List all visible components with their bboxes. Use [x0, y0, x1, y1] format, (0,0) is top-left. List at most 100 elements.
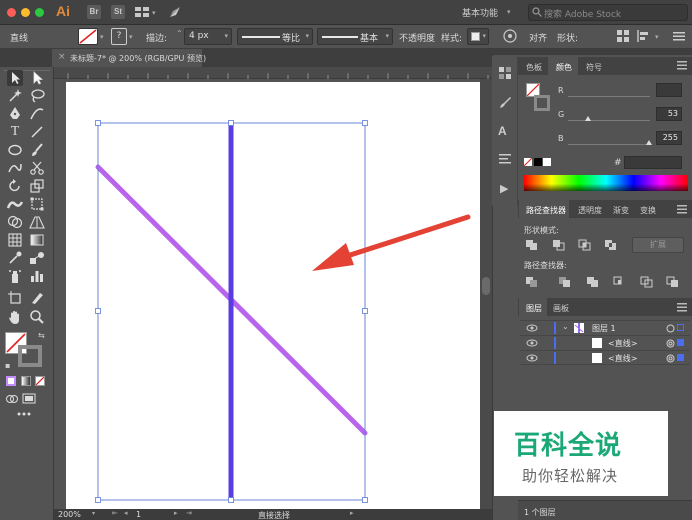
panel-dock-header[interactable] — [492, 49, 692, 55]
graphic-style-picker[interactable]: ▾ — [467, 28, 489, 45]
eyedropper-tool-icon[interactable] — [7, 250, 23, 266]
path-name[interactable]: <直线> — [608, 338, 637, 349]
visibility-eye-icon[interactable] — [526, 324, 538, 332]
channel-b-input[interactable]: 255 — [656, 131, 682, 145]
stroke-color-swatch[interactable] — [18, 345, 42, 367]
selection-indicator[interactable] — [677, 324, 684, 331]
stroke-stepper[interactable]: ⌃ — [176, 29, 183, 38]
black-swatch[interactable] — [534, 158, 542, 166]
tab-transparency[interactable]: 透明度 — [578, 205, 602, 216]
channel-r-slider[interactable] — [568, 96, 650, 97]
type-tool-icon[interactable]: T — [7, 124, 23, 140]
hand-tool-icon[interactable] — [7, 309, 23, 325]
brush-definition[interactable]: 基本 ▾ — [317, 28, 393, 45]
character-icon[interactable]: A — [498, 124, 507, 138]
arrange-dropdown-icon[interactable]: ▾ — [152, 9, 156, 17]
opacity-label[interactable]: 不透明度 — [399, 31, 435, 44]
paragraph-icon[interactable] — [498, 152, 512, 166]
minus-front-icon[interactable] — [552, 239, 566, 251]
screen-mode-icon[interactable] — [22, 393, 36, 404]
tab-pathfinder[interactable]: 路径查找器 — [526, 205, 566, 216]
free-transform-tool-icon[interactable] — [29, 196, 45, 212]
visibility-eye-icon[interactable] — [526, 354, 538, 362]
visibility-eye-icon[interactable] — [526, 339, 538, 347]
white-swatch[interactable] — [543, 158, 551, 166]
column-graph-tool-icon[interactable] — [29, 268, 45, 284]
path-name[interactable]: <直线> — [608, 353, 637, 364]
align-link[interactable]: 对齐 — [529, 31, 547, 44]
layer-name[interactable]: 图层 1 — [592, 323, 616, 334]
workspace-dropdown-icon[interactable]: ▾ — [507, 8, 511, 16]
paintbrush-tool-icon[interactable] — [29, 142, 45, 158]
previous-artboard-icon[interactable]: ◂ — [124, 509, 128, 517]
control-menu-icon[interactable] — [672, 30, 686, 42]
direct-selection-tool-icon[interactable] — [29, 70, 45, 86]
target-icon[interactable] — [666, 354, 675, 363]
tab-symbols[interactable]: 符号 — [586, 62, 602, 73]
color-panel-menu-icon[interactable] — [676, 60, 688, 70]
divide-icon[interactable] — [525, 276, 539, 288]
channel-g-input[interactable]: 53 — [656, 107, 682, 121]
target-icon[interactable] — [666, 339, 675, 348]
stock-icon[interactable]: St — [111, 5, 125, 19]
pathfinder-menu-icon[interactable] — [676, 204, 688, 214]
ellipse-tool-icon[interactable] — [7, 142, 23, 158]
hex-input[interactable] — [624, 156, 682, 169]
gpu-performance-icon[interactable] — [168, 5, 182, 19]
gradient-tool-icon[interactable] — [29, 232, 45, 248]
selection-indicator[interactable] — [677, 339, 684, 346]
arrange-documents-icon[interactable] — [134, 6, 150, 18]
first-artboard-icon[interactable]: ⇤ — [112, 509, 118, 517]
expand-layer-chevron-icon[interactable]: ⌄ — [562, 322, 569, 331]
scissors-tool-icon[interactable] — [29, 160, 45, 176]
next-artboard-icon[interactable]: ▸ — [174, 509, 178, 517]
variable-width-profile[interactable]: 等比 ▾ — [237, 28, 313, 45]
fill-swatch[interactable] — [78, 28, 98, 45]
width-tool-icon[interactable] — [6, 196, 24, 212]
gradient-mode-icon[interactable] — [21, 376, 31, 386]
artboard-number-field[interactable]: 1 — [136, 510, 141, 519]
isolate-icon[interactable] — [616, 29, 630, 43]
color-guide-icon[interactable] — [498, 66, 512, 80]
align-object-icon[interactable] — [636, 29, 650, 43]
shaper-tool-icon[interactable] — [7, 160, 23, 176]
tab-transform[interactable]: 变换 — [640, 205, 656, 216]
color-spectrum[interactable] — [524, 175, 688, 191]
channel-b-slider[interactable] — [568, 144, 650, 145]
recolor-artwork-icon[interactable] — [503, 29, 517, 43]
line-segment-tool-icon[interactable] — [29, 124, 45, 140]
perspective-grid-tool-icon[interactable] — [29, 214, 45, 230]
expand-button[interactable]: 扩展 — [632, 237, 684, 253]
mesh-tool-icon[interactable] — [7, 232, 23, 248]
slice-tool-icon[interactable] — [29, 290, 45, 306]
layer-row-path-1[interactable]: <直线> — [520, 335, 690, 350]
minimize-window-button[interactable] — [21, 8, 30, 17]
tab-gradient[interactable]: 渐变 — [613, 205, 629, 216]
bridge-icon[interactable]: Br — [87, 5, 101, 19]
artboard-tool-icon[interactable] — [7, 290, 23, 306]
scale-tool-icon[interactable] — [29, 178, 45, 194]
stroke-weight-input[interactable]: 4 px ▾ — [184, 28, 232, 45]
merge-icon[interactable] — [586, 276, 600, 288]
align-dropdown-icon[interactable]: ▾ — [655, 33, 659, 41]
shape-builder-tool-icon[interactable] — [7, 214, 23, 230]
default-colors-icon[interactable]: ▪ — [5, 361, 10, 370]
none-swatch[interactable] — [523, 157, 533, 167]
color-stroke-proxy[interactable] — [534, 95, 550, 111]
vertical-scroll-thumb[interactable] — [482, 277, 490, 295]
minus-back-icon[interactable] — [666, 276, 680, 288]
pen-tool-icon[interactable] — [7, 106, 23, 122]
layer-row-path-2[interactable]: <直线> — [520, 350, 690, 365]
close-window-button[interactable] — [7, 8, 16, 17]
artwork-layer[interactable] — [54, 79, 492, 510]
blend-tool-icon[interactable] — [29, 250, 45, 266]
channel-r-input[interactable] — [656, 83, 682, 97]
unite-icon[interactable] — [525, 239, 539, 251]
exclude-icon[interactable] — [604, 239, 618, 251]
selection-indicator[interactable] — [677, 354, 684, 361]
layers-menu-icon[interactable] — [676, 302, 688, 312]
last-artboard-icon[interactable]: ⇥ — [186, 509, 192, 517]
close-tab-icon[interactable]: × — [58, 52, 66, 62]
maximize-window-button[interactable] — [35, 8, 44, 17]
target-icon[interactable] — [666, 324, 675, 333]
